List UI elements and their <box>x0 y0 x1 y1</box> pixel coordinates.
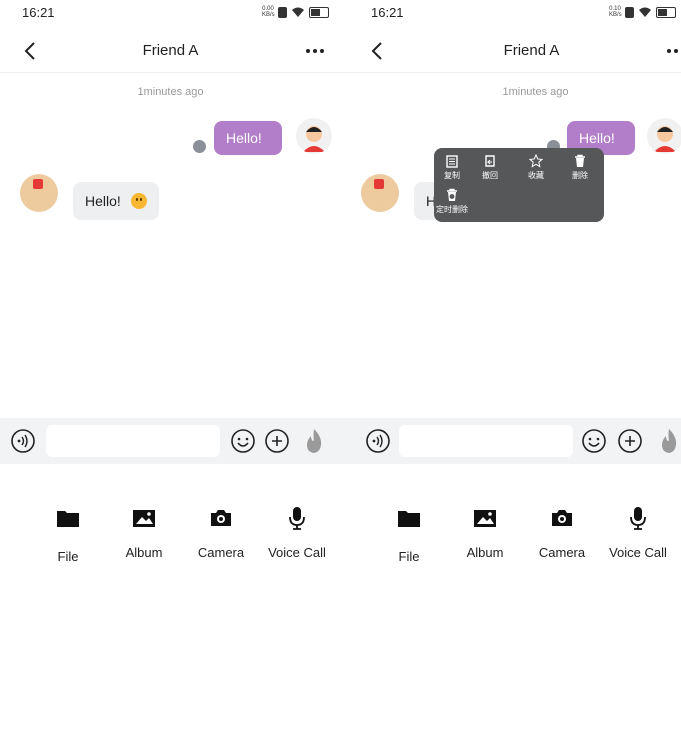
tool-label: Camera <box>197 545 245 560</box>
friend-avatar[interactable] <box>361 174 399 212</box>
menu-item-delete[interactable]: 删除 <box>562 154 598 181</box>
menu-item-timed-delete[interactable]: 定时删除 <box>434 188 470 215</box>
tool-label: Camera <box>538 545 586 560</box>
tool-camera[interactable]: Camera <box>181 505 261 560</box>
battery-icon <box>656 6 676 18</box>
sim-icon <box>278 6 287 18</box>
status-bar: 16:21 0.10 KB/s <box>341 0 681 28</box>
chat-screen-right: 16:21 0.10 KB/s Friend A 1minutes ago He… <box>341 0 681 753</box>
status-icons: 0.00 KB/s <box>262 6 329 18</box>
plus-icon[interactable] <box>617 428 643 454</box>
emoji-icon[interactable] <box>230 428 256 454</box>
tool-panel: File Album Camera Voice Call <box>0 505 341 575</box>
menu-item-recall[interactable]: 撤回 <box>472 154 508 181</box>
menu-item-label: 撤回 <box>482 171 498 180</box>
message-timestamp: 1minutes ago <box>137 86 204 98</box>
input-bar <box>0 418 341 464</box>
chat-header: Friend A <box>0 32 341 73</box>
outgoing-message-row: Hello! <box>0 112 341 162</box>
timed-delete-icon <box>447 188 457 201</box>
voice-input-icon[interactable] <box>365 428 391 454</box>
tool-album[interactable]: Album <box>104 505 184 560</box>
tool-label: File <box>398 549 420 564</box>
burn-after-reading-icon[interactable] <box>657 427 681 455</box>
tool-voice-call[interactable]: Voice Call <box>598 505 678 560</box>
microphone-icon <box>630 507 646 530</box>
menu-item-label: 删除 <box>572 171 588 180</box>
camera-icon <box>552 510 572 526</box>
more-options-icon[interactable] <box>303 38 327 64</box>
menu-item-favorite[interactable]: 收藏 <box>518 154 554 181</box>
tool-panel: File Album Camera Voice Call <box>341 505 681 575</box>
tool-label: Album <box>466 545 504 560</box>
friend-avatar-badge <box>374 179 384 189</box>
network-speed: 0.10 KB/s <box>609 6 622 18</box>
emoji-icon[interactable] <box>581 428 607 454</box>
message-timestamp: 1minutes ago <box>502 86 569 98</box>
friend-avatar-badge <box>33 179 43 189</box>
folder-icon <box>57 511 79 527</box>
network-speed: 0.00 KB/s <box>262 6 275 18</box>
battery-icon <box>309 6 329 18</box>
menu-item-copy[interactable]: 复制 <box>434 154 470 181</box>
message-input[interactable] <box>46 425 220 457</box>
plus-icon[interactable] <box>264 428 290 454</box>
image-icon <box>474 510 496 527</box>
microphone-icon <box>289 507 305 530</box>
folder-icon <box>398 511 420 527</box>
user-avatar-icon <box>654 126 676 152</box>
status-icons: 0.10 KB/s <box>609 6 676 18</box>
camera-icon <box>211 510 231 526</box>
input-bar <box>341 418 681 464</box>
tool-file[interactable]: File <box>28 505 108 564</box>
chat-title: Friend A <box>142 42 199 59</box>
menu-item-label: 收藏 <box>528 171 544 180</box>
status-time: 16:21 <box>22 5 55 20</box>
tool-file[interactable]: File <box>369 505 449 564</box>
incoming-message-row: Hello! <box>0 170 341 230</box>
user-avatar-icon <box>303 126 325 152</box>
sim-icon <box>625 6 634 18</box>
tool-label: File <box>57 549 79 564</box>
chat-screen-left: 16:21 0.00 KB/s Friend A 1minutes ago He… <box>0 0 341 753</box>
smile-emoji-icon <box>130 193 147 209</box>
my-avatar[interactable] <box>296 118 332 154</box>
tool-label: Voice Call <box>609 545 667 560</box>
message-context-menu: 复制 撤回 收藏 删除 定时删除 <box>434 148 604 222</box>
menu-item-label: 定时删除 <box>436 205 468 214</box>
chat-header: Friend A <box>341 32 681 73</box>
tool-album[interactable]: Album <box>445 505 525 560</box>
voice-input-icon[interactable] <box>10 428 36 454</box>
more-options-icon[interactable] <box>664 38 681 64</box>
image-icon <box>133 510 155 527</box>
friend-avatar[interactable] <box>20 174 58 212</box>
burn-after-reading-icon[interactable] <box>302 427 326 455</box>
incoming-message-text: Hello! <box>85 193 121 209</box>
chat-title: Friend A <box>503 42 560 59</box>
incoming-message-bubble[interactable]: Hello! <box>73 182 159 220</box>
recall-icon <box>485 155 495 167</box>
tool-voice-call[interactable]: Voice Call <box>257 505 337 560</box>
menu-item-label: 复制 <box>444 171 460 180</box>
read-check-icon <box>193 140 206 153</box>
my-avatar[interactable] <box>647 118 681 154</box>
message-input[interactable] <box>399 425 573 457</box>
star-icon <box>529 154 543 168</box>
copy-icon <box>446 155 458 168</box>
wifi-icon <box>292 7 304 17</box>
wifi-icon <box>639 7 651 17</box>
status-bar: 16:21 0.00 KB/s <box>0 0 341 28</box>
tool-label: Voice Call <box>268 545 326 560</box>
outgoing-message-bubble[interactable]: Hello! <box>214 121 282 155</box>
status-time: 16:21 <box>371 5 404 20</box>
tool-label: Album <box>125 545 163 560</box>
tool-camera[interactable]: Camera <box>522 505 602 560</box>
trash-icon <box>575 154 585 167</box>
